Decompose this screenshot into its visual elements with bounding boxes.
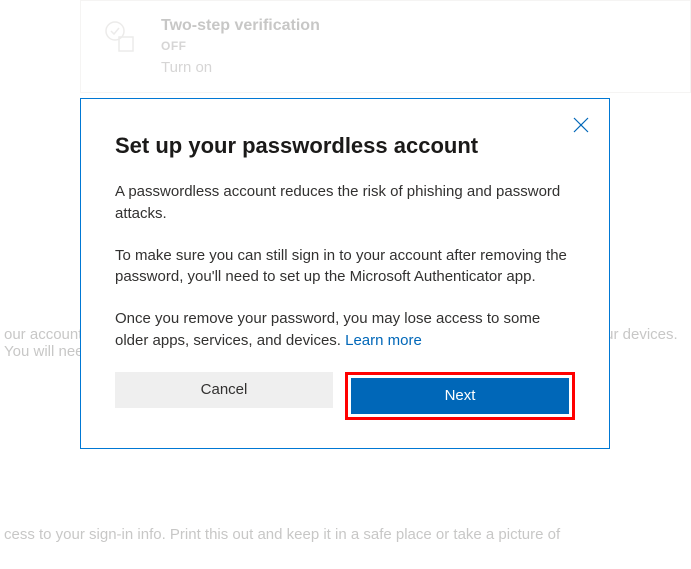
two-step-card: Two-step verification OFF Turn on bbox=[80, 0, 691, 93]
dialog-paragraph-3: Once you remove your password, you may l… bbox=[115, 308, 575, 352]
close-button[interactable] bbox=[567, 111, 595, 139]
shield-check-icon bbox=[101, 17, 141, 57]
next-button[interactable]: Next bbox=[351, 378, 569, 414]
cancel-button[interactable]: Cancel bbox=[115, 372, 333, 408]
two-step-turn-on-link: Turn on bbox=[161, 59, 320, 76]
next-button-highlight: Next bbox=[345, 372, 575, 420]
dialog-paragraph-2: To make sure you can still sign in to yo… bbox=[115, 245, 575, 289]
dialog-body: A passwordless account reduces the risk … bbox=[115, 181, 575, 352]
dialog-title: Set up your passwordless account bbox=[115, 133, 575, 159]
two-step-title: Two-step verification bbox=[161, 17, 320, 35]
learn-more-link[interactable]: Learn more bbox=[345, 332, 422, 349]
close-icon bbox=[571, 115, 591, 135]
background-text-lower: cess to your sign-in info. Print this ou… bbox=[0, 526, 691, 543]
passwordless-setup-dialog: Set up your passwordless account A passw… bbox=[80, 98, 610, 449]
dialog-button-row: Cancel Next bbox=[115, 372, 575, 420]
two-step-status: OFF bbox=[161, 39, 320, 53]
dialog-paragraph-1: A passwordless account reduces the risk … bbox=[115, 181, 575, 225]
